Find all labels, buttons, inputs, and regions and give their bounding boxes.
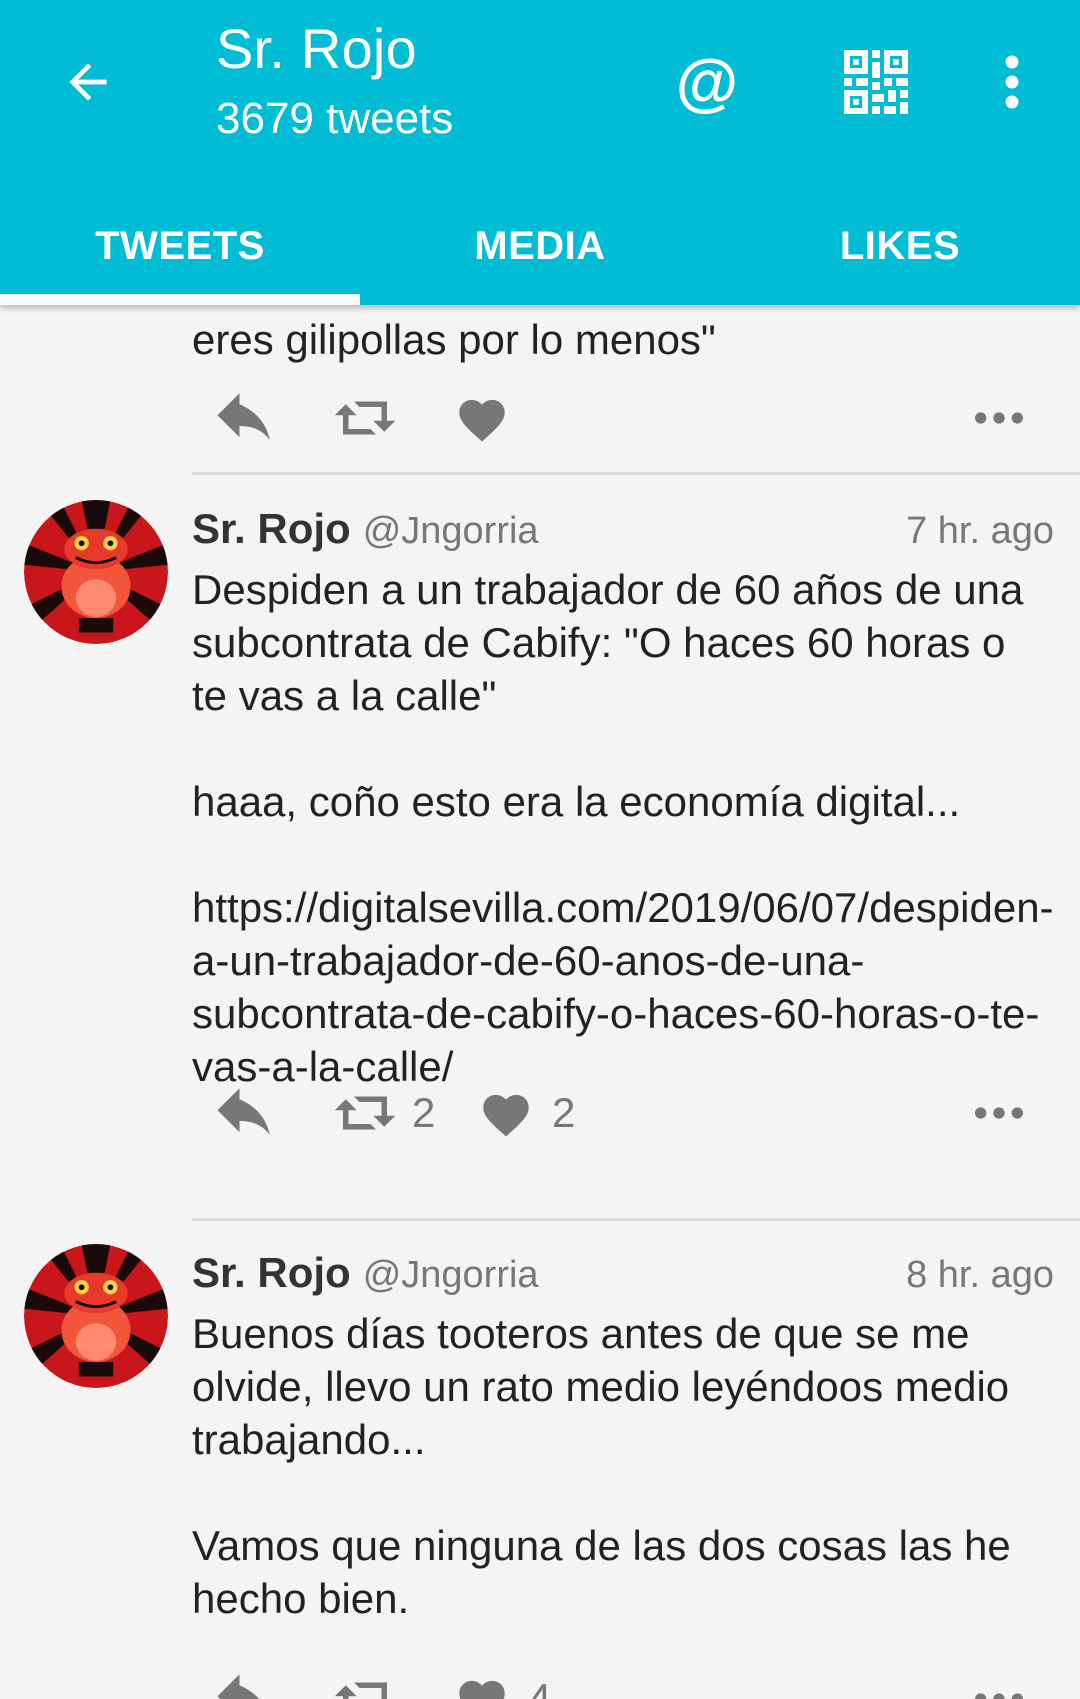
tweet-text[interactable]: Buenos días tooteros antes de que se me … [192, 1307, 1042, 1625]
tweet-timestamp: 7 hr. ago [906, 510, 1054, 552]
retweet-button[interactable] [332, 1659, 398, 1699]
reply-icon [217, 1674, 259, 1699]
more-horiz-icon [975, 1693, 1023, 1699]
like-button[interactable] [454, 378, 510, 458]
tweet-item[interactable]: Sr. Rojo @Jngorria 7 hr. ago Despiden a … [0, 477, 1080, 1222]
red-frog-avatar [24, 1244, 168, 1388]
arrow-left-icon [69, 63, 107, 101]
qr-code-icon [844, 50, 908, 114]
retweet-count: 2 [412, 1089, 436, 1136]
author-name[interactable]: Sr. Rojo [192, 505, 351, 553]
tweet-header: Sr. Rojo @Jngorria 7 hr. ago [192, 505, 1054, 565]
heart-icon [459, 1680, 505, 1699]
tweet-more-button[interactable] [974, 1659, 1024, 1699]
tweet-feed[interactable]: eres gilipollas por lo menos" Sr. Rojo @… [0, 305, 1080, 1699]
tab-tweets[interactable]: TWEETS [0, 196, 360, 296]
reply-icon [217, 1088, 270, 1135]
tweet-more-button[interactable] [974, 378, 1024, 458]
more-horiz-icon [975, 1107, 1023, 1119]
tweet-divider [192, 472, 1080, 475]
tab-likes[interactable]: LIKES [720, 196, 1080, 296]
reply-icon [217, 393, 270, 440]
tweet-text[interactable]: Despiden a un trabajador de 60 años de u… [192, 563, 1054, 1093]
tweet-divider [192, 1218, 1080, 1221]
retweet-button[interactable] [332, 378, 398, 458]
like-button[interactable]: 4 [454, 1659, 551, 1699]
avatar[interactable] [24, 1244, 168, 1388]
retweet-icon [334, 1682, 387, 1699]
author-handle[interactable]: @Jngorria [363, 510, 539, 553]
tweet-item[interactable]: eres gilipollas por lo menos" [0, 305, 1080, 475]
heart-icon [483, 1094, 529, 1137]
retweet-icon [334, 401, 396, 435]
tweet-actions [192, 378, 1052, 458]
author-handle[interactable]: @Jngorria [363, 1254, 539, 1297]
tweet-item[interactable]: Sr. Rojo @Jngorria 8 hr. ago Buenos días… [0, 1223, 1080, 1699]
at-icon: @ [675, 46, 739, 118]
tweet-count: 3679 tweets [216, 94, 454, 143]
tweet-header: Sr. Rojo @Jngorria 8 hr. ago [192, 1249, 1054, 1309]
like-count: 4 [528, 1675, 552, 1699]
reply-button[interactable] [212, 1073, 278, 1153]
active-tab-indicator [0, 294, 360, 305]
more-vert-icon [1005, 55, 1019, 109]
reply-button[interactable] [212, 1659, 278, 1699]
profile-name: Sr. Rojo [216, 17, 417, 80]
avatar[interactable] [24, 500, 168, 644]
back-button[interactable] [52, 46, 124, 118]
overflow-menu-button[interactable] [970, 40, 1054, 124]
tweet-actions: 2 2 [192, 1073, 1052, 1153]
tweet-text: eres gilipollas por lo menos" [192, 316, 716, 363]
like-count: 2 [552, 1089, 576, 1136]
author-name[interactable]: Sr. Rojo [192, 1249, 351, 1297]
qr-code-button[interactable] [834, 40, 918, 124]
reply-button[interactable] [212, 378, 278, 458]
more-horiz-icon [975, 412, 1023, 424]
mention-button[interactable]: @ [665, 40, 749, 124]
like-button[interactable]: 2 [478, 1073, 575, 1153]
app-bar: Sr. Rojo 3679 tweets @ TWEETS MEDIA LIKE… [0, 0, 1080, 305]
profile-tabs: TWEETS MEDIA LIKES [0, 196, 1080, 305]
tweet-timestamp: 8 hr. ago [906, 1254, 1054, 1296]
retweet-icon [334, 1096, 396, 1130]
retweet-button[interactable]: 2 [332, 1073, 435, 1153]
red-frog-avatar [24, 500, 168, 644]
tab-media[interactable]: MEDIA [360, 196, 720, 296]
tweet-more-button[interactable] [974, 1073, 1024, 1153]
heart-icon [459, 399, 505, 442]
tweet-actions: 4 [192, 1659, 1052, 1699]
